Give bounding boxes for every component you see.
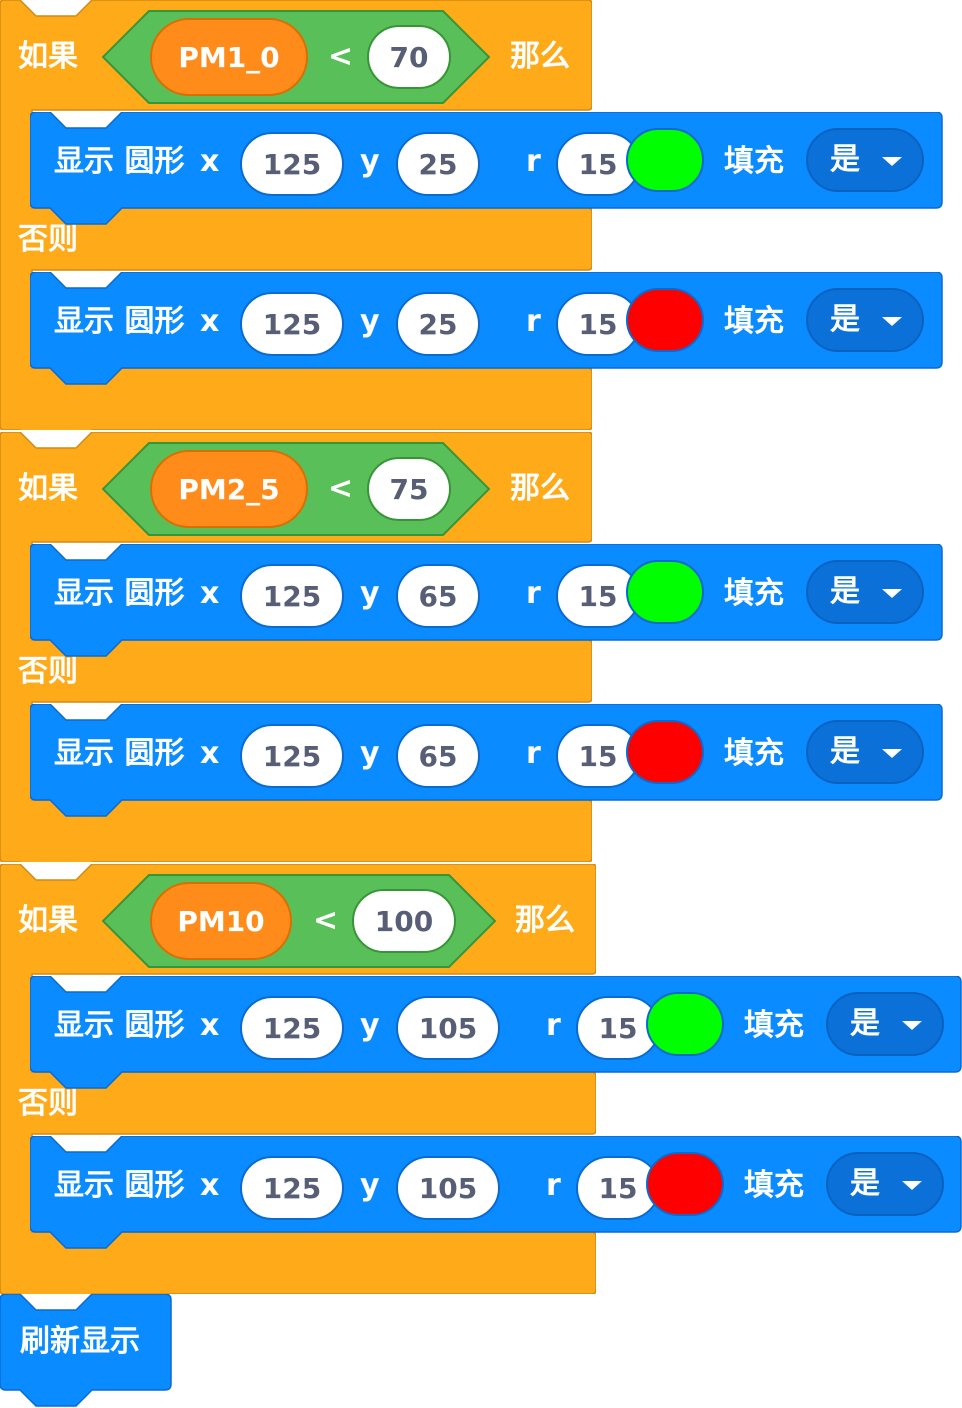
else-draw-circle-block[interactable]: 显示 圆形 x 125 y 105 r 15 填充是	[30, 1136, 962, 1249]
x-input[interactable]: 125	[240, 564, 344, 628]
variable-reporter[interactable]: PM1_0	[150, 18, 308, 96]
then-label: 那么	[510, 471, 570, 506]
r-label: r	[526, 576, 541, 611]
r-label: r	[526, 736, 541, 771]
then-draw-circle-block[interactable]: 显示 圆形 x 125 y 105 r 15 填充是	[30, 976, 962, 1089]
x-input[interactable]: 125	[240, 996, 344, 1060]
y-label: y	[360, 144, 380, 179]
then-label: 那么	[510, 39, 570, 74]
threshold-input[interactable]: 70	[367, 25, 451, 89]
red-color-swatch[interactable]	[646, 1152, 724, 1216]
x-label: x	[200, 1008, 220, 1043]
refresh-label: 刷新显示	[20, 1324, 140, 1359]
green-color-swatch[interactable]	[626, 560, 704, 624]
r-label: r	[526, 144, 541, 179]
fill-dropdown[interactable]: 是	[806, 288, 924, 352]
dropdown-arrow-icon	[902, 1181, 922, 1190]
dropdown-arrow-icon	[882, 749, 902, 758]
if-label: 如果	[18, 471, 78, 506]
then-label: 那么	[515, 903, 575, 938]
fill-label: 填充	[744, 1168, 804, 1203]
fill-label: 填充	[724, 144, 784, 179]
else-draw-circle-block[interactable]: 显示 圆形 x 125 y 25 r 15 填充是	[30, 272, 943, 385]
dropdown-arrow-icon	[882, 317, 902, 326]
fill-dropdown[interactable]: 是	[826, 992, 944, 1056]
variable-reporter[interactable]: PM10	[150, 882, 292, 960]
fill-dropdown[interactable]: 是	[826, 1152, 944, 1216]
fill-dropdown-value: 是	[830, 302, 860, 337]
x-input[interactable]: 125	[240, 292, 344, 356]
block-label: 显示 圆形	[54, 1168, 185, 1203]
block-label: 显示 圆形	[54, 1008, 185, 1043]
y-input[interactable]: 105	[396, 1156, 500, 1220]
threshold-input[interactable]: 75	[367, 457, 451, 521]
x-input[interactable]: 125	[240, 1156, 344, 1220]
y-label: y	[360, 1008, 380, 1043]
fill-dropdown[interactable]: 是	[806, 720, 924, 784]
if-label: 如果	[18, 39, 78, 74]
threshold-input[interactable]: 100	[352, 889, 456, 953]
green-color-swatch[interactable]	[626, 128, 704, 192]
else-label: 否则	[18, 654, 78, 689]
fill-label: 填充	[724, 576, 784, 611]
x-label: x	[200, 1168, 220, 1203]
red-color-swatch[interactable]	[626, 720, 704, 784]
dropdown-arrow-icon	[882, 157, 902, 166]
else-draw-circle-block[interactable]: 显示 圆形 x 125 y 65 r 15 填充是	[30, 704, 943, 817]
dropdown-arrow-icon	[882, 589, 902, 598]
less-than-operator: <	[328, 39, 354, 74]
y-label: y	[360, 736, 380, 771]
block-label: 显示 圆形	[54, 736, 185, 771]
y-input[interactable]: 65	[396, 724, 480, 788]
y-label: y	[360, 304, 380, 339]
y-input[interactable]: 65	[396, 564, 480, 628]
fill-dropdown-value: 是	[850, 1006, 880, 1041]
x-input[interactable]: 125	[240, 724, 344, 788]
y-input[interactable]: 25	[396, 292, 480, 356]
x-label: x	[200, 144, 220, 179]
fill-label: 填充	[724, 304, 784, 339]
r-label: r	[526, 304, 541, 339]
fill-label: 填充	[724, 736, 784, 771]
fill-dropdown-value: 是	[830, 142, 860, 177]
fill-dropdown[interactable]: 是	[806, 560, 924, 624]
dropdown-arrow-icon	[902, 1021, 922, 1030]
variable-reporter[interactable]: PM2_5	[150, 450, 308, 528]
code-canvas: 如果 PM1_0 <70 那么 否则 显示 圆形 x 125 y 25 r 15 填充是显示 圆形 x 12…	[0, 0, 962, 1408]
less-than-operator: <	[313, 903, 339, 938]
x-input[interactable]: 125	[240, 132, 344, 196]
if-label: 如果	[18, 903, 78, 938]
r-label: r	[546, 1168, 561, 1203]
x-label: x	[200, 576, 220, 611]
less-than-operator: <	[328, 471, 354, 506]
refresh-display-block[interactable]: 刷新显示	[0, 1294, 172, 1408]
else-label: 否则	[18, 1086, 78, 1121]
fill-dropdown-value: 是	[850, 1166, 880, 1201]
fill-dropdown-value: 是	[830, 574, 860, 609]
fill-label: 填充	[744, 1008, 804, 1043]
green-color-swatch[interactable]	[646, 992, 724, 1056]
less-than-condition[interactable]: PM2_5 <75	[102, 442, 490, 536]
fill-dropdown-value: 是	[830, 734, 860, 769]
y-input[interactable]: 25	[396, 132, 480, 196]
r-label: r	[546, 1008, 561, 1043]
x-label: x	[200, 736, 220, 771]
x-label: x	[200, 304, 220, 339]
then-draw-circle-block[interactable]: 显示 圆形 x 125 y 25 r 15 填充是	[30, 112, 943, 225]
y-label: y	[360, 1168, 380, 1203]
block-label: 显示 圆形	[54, 144, 185, 179]
else-label: 否则	[18, 222, 78, 257]
y-label: y	[360, 576, 380, 611]
fill-dropdown[interactable]: 是	[806, 128, 924, 192]
red-color-swatch[interactable]	[626, 288, 704, 352]
block-label: 显示 圆形	[54, 576, 185, 611]
then-draw-circle-block[interactable]: 显示 圆形 x 125 y 65 r 15 填充是	[30, 544, 943, 657]
less-than-condition[interactable]: PM10 <100	[102, 874, 496, 968]
y-input[interactable]: 105	[396, 996, 500, 1060]
less-than-condition[interactable]: PM1_0 <70	[102, 10, 490, 104]
block-label: 显示 圆形	[54, 304, 185, 339]
